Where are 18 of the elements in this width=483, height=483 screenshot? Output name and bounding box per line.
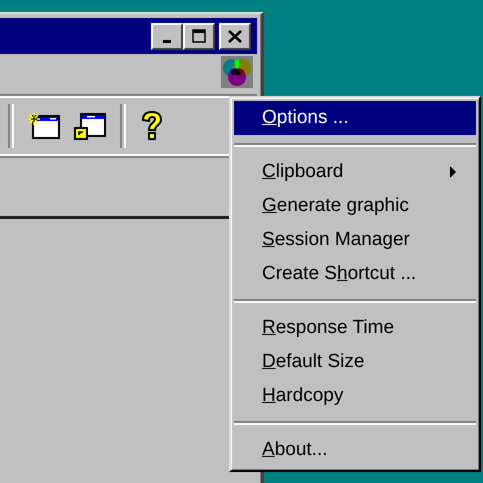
maximize-button[interactable]	[183, 22, 215, 50]
menu-item[interactable]: Default Size	[234, 345, 476, 379]
help-icon[interactable]	[140, 111, 164, 141]
menu-item[interactable]: Hardcopy	[234, 379, 476, 413]
minimize-icon	[163, 40, 171, 42]
menu-item[interactable]: Create Shortcut ...	[234, 257, 476, 291]
close-icon	[228, 28, 242, 44]
menu-item[interactable]: Session Manager	[234, 223, 476, 257]
maximize-icon	[192, 28, 206, 44]
menu-item[interactable]: Options ...	[234, 101, 476, 135]
minimize-button[interactable]	[151, 22, 183, 50]
menu-item[interactable]: Clipboard	[234, 155, 476, 189]
linked-window-icon[interactable]	[74, 111, 106, 141]
close-button[interactable]	[219, 22, 251, 50]
menu-item[interactable]: Response Time	[234, 311, 476, 345]
menu-item[interactable]: Generate graphic	[234, 189, 476, 223]
color-wheel-icon[interactable]	[221, 56, 253, 88]
menu-item[interactable]: About...	[234, 433, 476, 467]
